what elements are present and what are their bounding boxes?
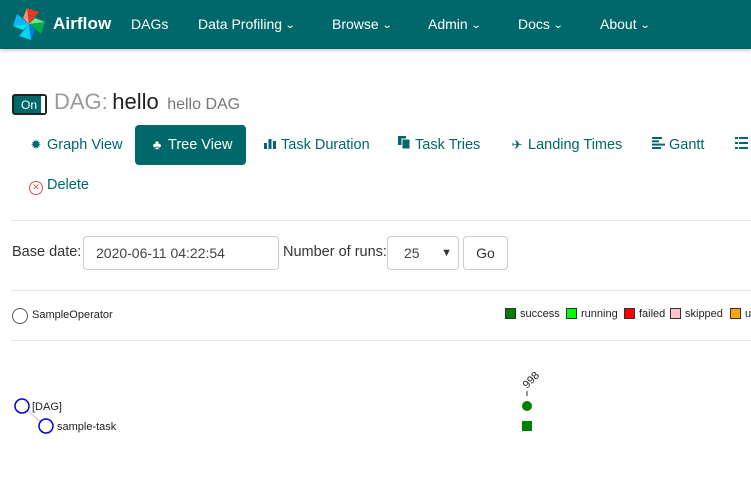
nav-dags[interactable]: DAGs [131, 0, 168, 49]
operator-legend-circle [12, 308, 28, 324]
nav-admin[interactable]: Admin ⌄ [428, 0, 482, 49]
tab-tree-view-label: Tree View [168, 137, 233, 153]
run-label: 998 [521, 370, 542, 391]
tab-tree-view[interactable]: ♣ Tree View [135, 125, 247, 165]
divider [11, 220, 751, 221]
nav-data-profiling[interactable]: Data Profiling ⌄ [198, 0, 296, 49]
chevron-down-icon: ⌄ [381, 20, 393, 31]
brand-text: Airflow [53, 14, 112, 33]
airflow-pinwheel-icon [13, 8, 45, 40]
legend-swatch [730, 308, 741, 319]
page-title: DAG: hello hello DAG [54, 89, 240, 115]
navbar: Airflow DAGs Data Profiling ⌄ Browse ⌄ Adm… [0, 0, 751, 49]
toggle-knob [41, 96, 45, 113]
title-prefix: DAG: [54, 89, 108, 114]
nav-docs[interactable]: Docs ⌄ [518, 0, 564, 49]
dag-name: hello [112, 89, 159, 114]
base-date-input[interactable] [83, 236, 279, 270]
legend-failed: failed [624, 307, 665, 321]
num-runs-select[interactable]: 25 ▼ [387, 236, 459, 270]
duplicate-icon [396, 125, 412, 165]
legend-swatch [566, 308, 577, 319]
nav-admin-label: Admin [428, 16, 468, 32]
chevron-down-icon: ⌄ [470, 20, 482, 31]
legend-swatch [505, 308, 516, 319]
nav-about-label: About [600, 16, 637, 32]
brand-link[interactable]: Airflow [11, 7, 111, 41]
legend-label: failed [639, 308, 666, 320]
go-button[interactable]: Go [463, 236, 508, 270]
nav-docs-label: Docs [518, 16, 550, 32]
nav-data-profiling-label: Data Profiling [198, 16, 283, 32]
tree-node-task-label: sample-task [57, 421, 117, 433]
nav-about[interactable]: About ⌄ [600, 0, 651, 49]
chevron-down-icon: ⌄ [639, 20, 651, 31]
tab-landing-times-label: Landing Times [528, 137, 623, 153]
num-runs-label: Number of runs: [283, 244, 387, 260]
operator-legend-label: SampleOperator [32, 309, 113, 321]
nav-browse[interactable]: Browse ⌄ [332, 0, 393, 49]
dag-pause-toggle[interactable]: On [12, 94, 47, 115]
legend-label: u [745, 308, 751, 320]
nav-dags-label: DAGs [131, 16, 169, 32]
tree-node-sample-task[interactable] [38, 418, 54, 434]
legend-success: success [505, 307, 560, 321]
tree-node-dag[interactable] [14, 398, 30, 414]
chevron-down-icon: ▼ [441, 247, 452, 259]
tab-task-duration[interactable]: Task Duration [262, 125, 370, 165]
task-instance-square[interactable] [522, 421, 532, 431]
tab-graph-view-label: Graph View [47, 137, 123, 153]
divider [11, 290, 751, 291]
chevron-down-icon: ⌄ [552, 20, 564, 31]
tab-gantt[interactable]: Gantt [650, 125, 704, 165]
legend-running: running [566, 307, 618, 321]
tab-graph-view[interactable]: ✹ Graph View [28, 125, 123, 165]
legend-label: skipped [685, 308, 723, 320]
tab-task-tries-label: Task Tries [415, 137, 481, 153]
remove-circle-icon: ✕ [29, 181, 43, 195]
dag-run-status-circle[interactable] [522, 401, 532, 411]
plane-icon: ✈ [511, 137, 523, 152]
num-runs-value: 25 [404, 245, 420, 261]
nav-browse-label: Browse [332, 16, 379, 32]
tab-task-duration-label: Task Duration [281, 137, 370, 153]
asterisk-icon: ✹ [30, 137, 42, 152]
tree-view: [DAG] sample-task 998 [14, 370, 542, 434]
tab-gantt-label: Gantt [669, 137, 705, 153]
chevron-down-icon: ⌄ [284, 20, 296, 31]
bar-chart-icon [262, 125, 278, 165]
list-icon [733, 125, 749, 165]
tab-more[interactable] [733, 125, 751, 165]
legend-swatch [624, 308, 635, 319]
toggle-label: On [20, 98, 37, 112]
tab-task-tries[interactable]: Task Tries [396, 125, 480, 165]
legend-swatch [670, 308, 681, 319]
align-left-icon [650, 125, 666, 165]
delete-label: Delete [47, 177, 89, 193]
tree-node-dag-label: [DAG] [32, 401, 62, 413]
legend-label: running [581, 308, 618, 320]
dag-description: hello DAG [167, 96, 241, 113]
legend-skipped: skipped [670, 307, 723, 321]
tree-icon: ♣ [152, 137, 162, 152]
legend-label: success [520, 308, 560, 320]
delete-dag-button[interactable]: ✕ Delete [29, 175, 89, 195]
tab-landing-times[interactable]: ✈ Landing Times [509, 125, 623, 165]
legend-upstream-failed: u [730, 307, 751, 321]
base-date-label: Base date: [12, 244, 82, 260]
